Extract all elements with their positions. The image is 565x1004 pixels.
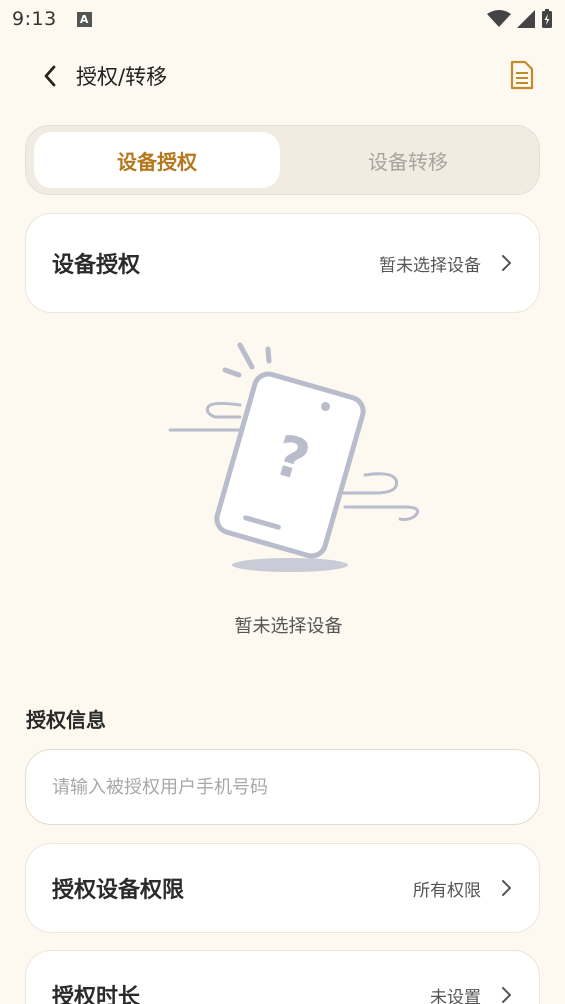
signal-icon (517, 10, 535, 28)
wifi-icon (487, 10, 511, 27)
status-bar: 9:13 A (0, 0, 565, 38)
device-card-value: 暂未选择设备 (379, 255, 481, 276)
empty-state-text: 暂未选择设备 (234, 616, 343, 637)
back-button[interactable] (34, 60, 66, 92)
chevron-right-icon (502, 987, 511, 1003)
chevron-right-icon (502, 255, 511, 271)
duration-card-title: 授权时长 (52, 985, 141, 1004)
permission-card[interactable]: 授权设备权限 所有权限 (25, 843, 540, 933)
device-card-title: 设备授权 (52, 253, 141, 278)
battery-icon (542, 9, 552, 28)
chevron-right-icon (502, 880, 511, 896)
document-button[interactable] (505, 58, 539, 92)
duration-card[interactable]: 授权时长 未设置 (25, 950, 540, 1004)
page-title: 授权/转移 (76, 65, 168, 89)
phone-question-icon: ? (168, 342, 420, 572)
document-icon (510, 60, 534, 90)
chevron-left-icon (44, 65, 56, 87)
tab-device-authorization[interactable]: 设备授权 (34, 132, 280, 188)
status-icons (487, 9, 553, 29)
notification-icon: A (76, 11, 92, 27)
phone-input-card (25, 749, 540, 825)
tab-switcher: 设备授权 设备转移 (25, 125, 540, 195)
phone-number-input[interactable] (52, 776, 513, 798)
device-select-card[interactable]: 设备授权 暂未选择设备 (25, 213, 540, 313)
permission-card-value: 所有权限 (413, 880, 481, 901)
empty-phone-illustration: ? (160, 335, 430, 585)
duration-card-value: 未设置 (430, 987, 481, 1004)
tab-device-transfer[interactable]: 设备转移 (284, 132, 532, 188)
status-time: 9:13 (12, 8, 57, 30)
permission-card-title: 授权设备权限 (52, 878, 185, 903)
section-title-auth-info: 授权信息 (26, 708, 106, 732)
app-header: 授权/转移 (0, 50, 565, 100)
